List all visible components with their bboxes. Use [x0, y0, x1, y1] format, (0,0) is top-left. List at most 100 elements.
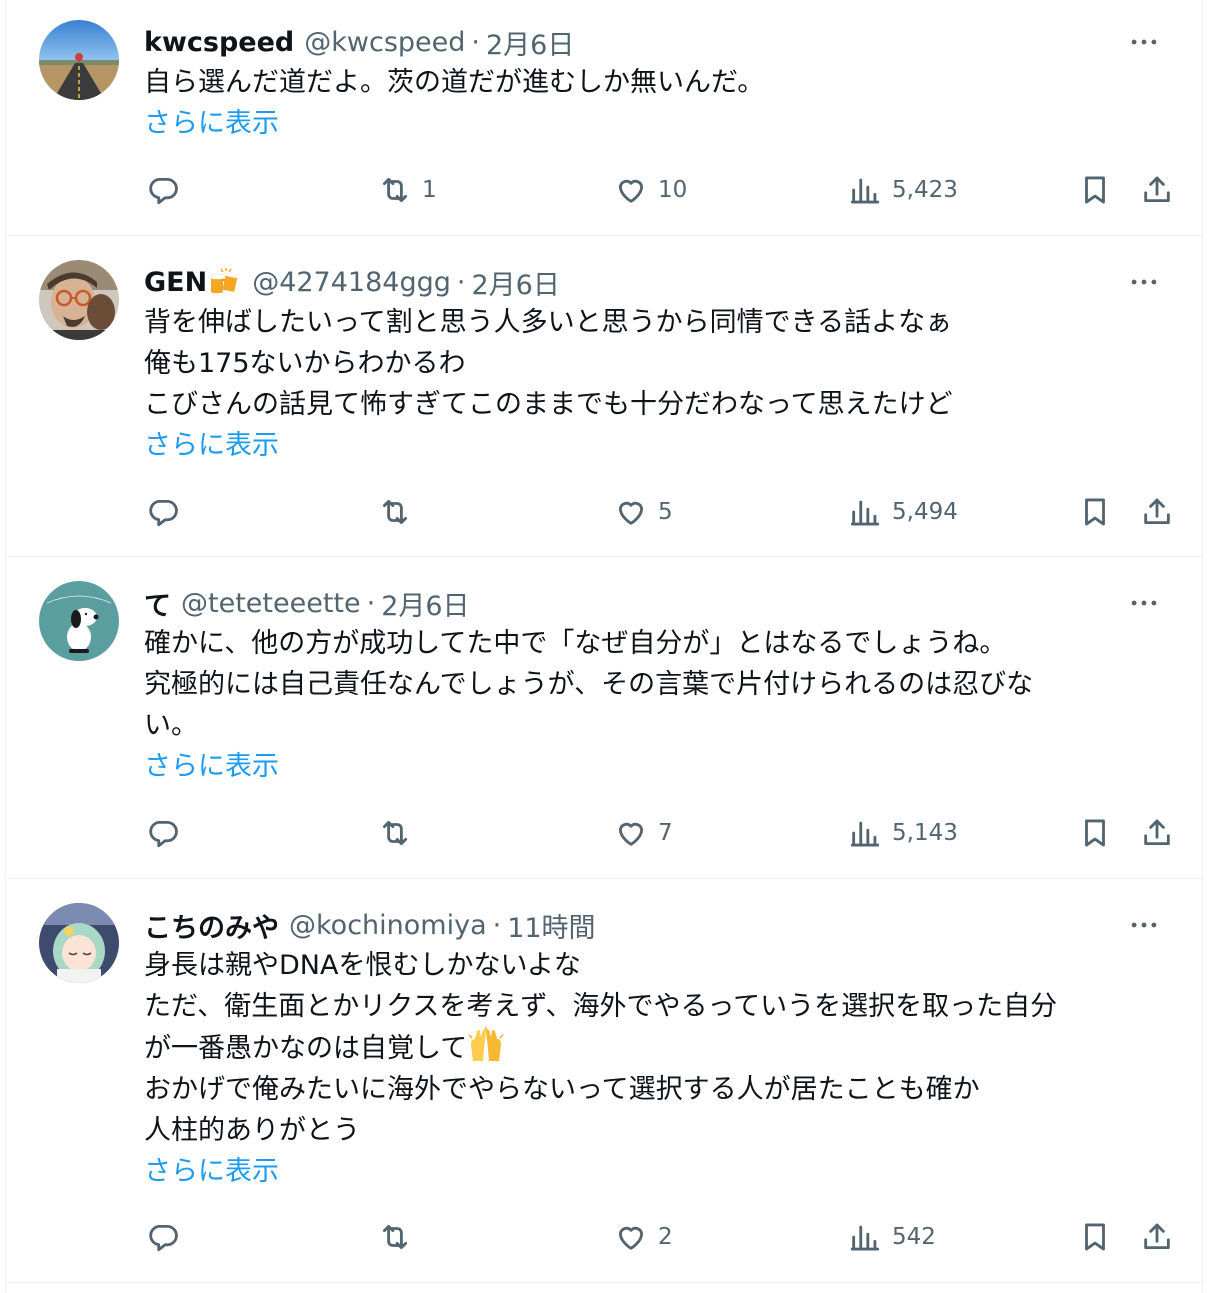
- timestamp[interactable]: 11時間: [507, 906, 595, 945]
- bookmark-button[interactable]: [1078, 811, 1112, 855]
- more-icon[interactable]: [1122, 22, 1166, 62]
- display-name[interactable]: て: [144, 584, 171, 623]
- tweet-header: こちのみや @kochinomiya · 11時間: [144, 905, 1174, 945]
- tweet[interactable]: kwcspeed @kwcspeed · 2月6日 自ら選んだ道だよ。茨の道だが…: [6, 0, 1204, 236]
- bookmark-button[interactable]: [1078, 168, 1112, 212]
- views-button[interactable]: 5,423: [848, 168, 958, 212]
- share-button[interactable]: [1140, 1215, 1174, 1259]
- reply-button[interactable]: [146, 1215, 190, 1259]
- like-count: 2: [658, 1224, 673, 1250]
- tweet-line: 確かに、他の方が成功してた中で「なぜ自分が」とはなるでしょうね。: [144, 628, 1007, 659]
- retweet-button[interactable]: [378, 811, 422, 855]
- tweet-line: こびさんの話見て怖すぎてこのままでも十分だわなって思えたけど: [144, 389, 953, 420]
- like-button[interactable]: 7: [614, 811, 673, 855]
- avatar[interactable]: [39, 20, 119, 100]
- more-icon[interactable]: [1122, 905, 1166, 945]
- display-name[interactable]: GEN: [144, 267, 207, 298]
- show-more-link[interactable]: さらに表示: [144, 103, 1174, 144]
- separator: ·: [471, 26, 480, 58]
- like-count: 7: [658, 820, 673, 846]
- like-button[interactable]: 5: [614, 490, 673, 534]
- retweet-count: 1: [422, 177, 437, 203]
- tweet-text: 身長は親やDNAを恨むしかないよな ただ、衛生面とかリクスを考えず、海外でやるっ…: [144, 945, 1174, 1151]
- tweet-actions: 2 542: [144, 1215, 1184, 1259]
- person-avatar: [39, 260, 119, 340]
- heart-icon: [618, 179, 644, 203]
- views-button[interactable]: 5,494: [848, 490, 958, 534]
- bookmark-icon: [1085, 176, 1105, 204]
- views-button[interactable]: 542: [848, 1215, 936, 1259]
- view-count: 5,143: [892, 820, 958, 846]
- retweet-button[interactable]: [378, 490, 422, 534]
- like-button[interactable]: 2: [614, 1215, 673, 1259]
- tweet-line: 究極的には自己責任なんでしょうが、その言葉で片付けられるのは忍びな: [144, 669, 1034, 700]
- display-name[interactable]: こちのみや: [144, 906, 279, 945]
- bookmark-button[interactable]: [1078, 490, 1112, 534]
- tweet-line: 身長は親やDNAを恨むしかないよな: [144, 950, 581, 981]
- tweet-text: 確かに、他の方が成功してた中で「なぜ自分が」とはなるでしょうね。 究極的には自己…: [144, 623, 1174, 746]
- views-button[interactable]: 5,143: [848, 811, 958, 855]
- tweet-line: おかげで俺みたいに海外でやらないって選択する人が居たことも確か: [144, 1074, 980, 1105]
- bookmark-icon: [1085, 1223, 1105, 1251]
- separator: ·: [456, 266, 466, 298]
- tweet-header: kwcspeed @kwcspeed · 2月6日: [144, 22, 1174, 62]
- views-icon: [850, 178, 880, 204]
- reply-button[interactable]: [146, 168, 190, 212]
- tweet-line: 自ら選んだ道だよ。茨の道だが進むしか無いんだ。: [144, 67, 765, 98]
- tweet-line: ただ、衛生面とかリクスを考えず、海外でやるっていうを選択を取った自分: [144, 991, 1058, 1022]
- tweet-line: 俺も175ないからわかるわ: [144, 348, 466, 379]
- timestamp[interactable]: 2月6日: [381, 584, 469, 623]
- raising-hands-icon: [467, 1027, 505, 1063]
- share-button[interactable]: [1140, 490, 1174, 534]
- view-count: 5,494: [892, 499, 958, 525]
- retweet-button[interactable]: [378, 1215, 422, 1259]
- timestamp[interactable]: 2月6日: [471, 263, 559, 302]
- more-icon[interactable]: [1122, 262, 1166, 302]
- road-landscape-avatar: [39, 20, 119, 100]
- heart-icon: [618, 822, 644, 846]
- tweet-actions: 5 5,494: [144, 490, 1184, 534]
- user-handle[interactable]: @teteteeette: [181, 588, 361, 619]
- share-button[interactable]: [1140, 811, 1174, 855]
- share-icon: [1144, 176, 1170, 203]
- tweet-header: GEN @4274184ggg · 2月6日: [144, 262, 1174, 302]
- tweet[interactable]: て @teteteeette · 2月6日 確かに、他の方が成功してた中で「なぜ…: [6, 557, 1204, 879]
- tweet-actions: 1 10 5,423: [144, 168, 1184, 212]
- reply-button[interactable]: [146, 811, 190, 855]
- avatar[interactable]: [39, 260, 119, 340]
- bookmark-button[interactable]: [1078, 1215, 1112, 1259]
- tweet[interactable]: GEN @4274184ggg · 2月6日 背を伸ばしたいって割と思う人多いと…: [6, 236, 1204, 557]
- display-name[interactable]: kwcspeed: [144, 27, 294, 58]
- snoopy-avatar: [39, 581, 119, 661]
- tweet-line-with-emoji: が一番愚かなのは自覚して: [144, 1027, 1174, 1069]
- anime-girl-avatar: [39, 903, 119, 983]
- share-button[interactable]: [1140, 168, 1174, 212]
- user-handle[interactable]: @kwcspeed: [304, 27, 465, 58]
- user-handle[interactable]: @4274184ggg: [252, 267, 451, 298]
- views-icon: [850, 500, 880, 526]
- views-icon: [850, 821, 880, 847]
- like-button[interactable]: 10: [614, 168, 687, 212]
- retweet-icon: [382, 499, 408, 525]
- reply-icon: [149, 1224, 178, 1252]
- timestamp[interactable]: 2月6日: [486, 23, 574, 62]
- reply-button[interactable]: [146, 490, 190, 534]
- retweet-button[interactable]: 1: [378, 168, 437, 212]
- show-more-link[interactable]: さらに表示: [144, 746, 1174, 787]
- retweet-icon: [382, 177, 408, 203]
- tweet-line: い。: [144, 710, 198, 741]
- reply-icon: [149, 499, 178, 527]
- beer-mugs-icon: [208, 267, 242, 297]
- reply-icon: [149, 820, 178, 848]
- show-more-link[interactable]: さらに表示: [144, 1151, 1174, 1192]
- user-handle[interactable]: @kochinomiya: [289, 910, 487, 941]
- tweet-line: 背を伸ばしたいって割と思う人多いと思うから同情できる話よなぁ: [144, 307, 953, 338]
- show-more-link[interactable]: さらに表示: [144, 425, 1174, 466]
- retweet-icon: [382, 820, 408, 846]
- tweet-header: て @teteteeette · 2月6日: [144, 583, 1174, 623]
- separator: ·: [366, 587, 376, 619]
- tweet[interactable]: こちのみや @kochinomiya · 11時間 身長は親やDNAを恨むしかな…: [6, 879, 1204, 1283]
- avatar[interactable]: [39, 581, 119, 661]
- avatar[interactable]: [39, 903, 119, 983]
- more-icon[interactable]: [1122, 583, 1166, 623]
